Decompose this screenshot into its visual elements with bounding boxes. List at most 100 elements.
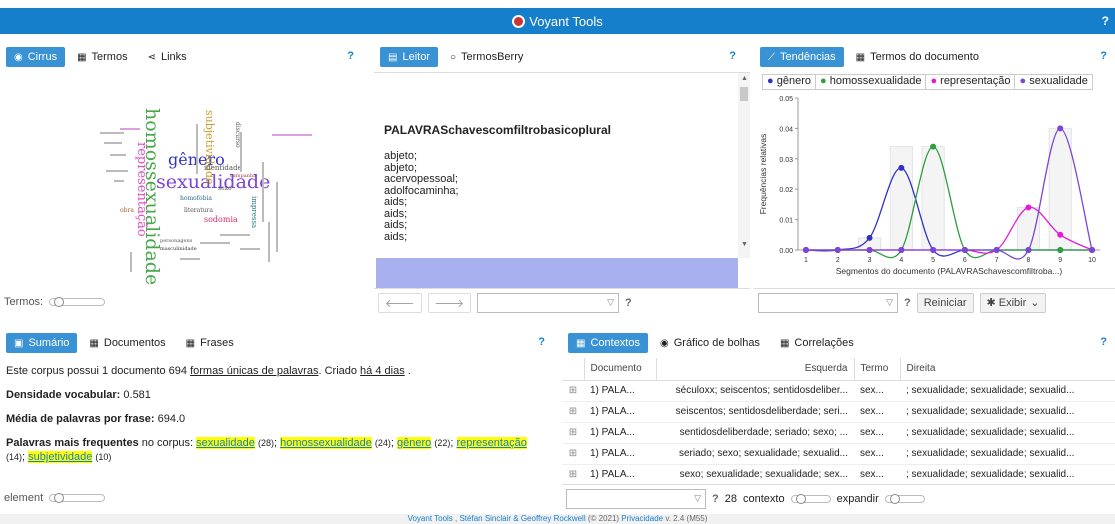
tab-cirrus[interactable]: ◉ Cirrus bbox=[6, 47, 66, 67]
terms-slider[interactable] bbox=[49, 297, 106, 307]
cloud-word: personagens bbox=[160, 238, 193, 244]
avg-words-per-sentence: Média de palavras por frase: 694.0 bbox=[6, 413, 186, 425]
y-tick-label: 0.02 bbox=[779, 187, 793, 194]
cloud-word: sodomia bbox=[204, 215, 238, 224]
reader-scrollbar[interactable]: ▲ ▼ bbox=[738, 73, 750, 258]
x-axis-label: Segmentos do documento (PALAVRASchavesco… bbox=[836, 266, 1063, 276]
contexts-toolbar-help[interactable]: ? bbox=[712, 493, 719, 505]
word-cloud[interactable]: homossexualidade sexualidade gênero repr… bbox=[0, 72, 370, 312]
freq-word-link[interactable]: homossexualidade bbox=[280, 437, 372, 449]
reader-panel: ▤ Leitor ○ TermosBerry ? PALAVRASchavescom… bbox=[374, 44, 750, 316]
gear-icon: ✱ bbox=[986, 297, 996, 309]
table-row[interactable]: ⊞ 1) PALA... sentidosdeliberdade; seriado;… bbox=[562, 422, 1115, 443]
slider-knob[interactable] bbox=[54, 297, 65, 307]
cloud-word: identidade bbox=[204, 164, 242, 172]
reader-lines: abjeto; abjeto; acervopessoal; adolfocam… bbox=[384, 150, 459, 243]
vocabulary-density: Densidade vocabular: 0.581 bbox=[6, 389, 151, 401]
summary-icon: ▣ bbox=[14, 337, 24, 349]
tab-termos[interactable]: ▦ Termos bbox=[69, 47, 136, 67]
slider-knob[interactable] bbox=[795, 493, 806, 504]
unique-forms-link[interactable]: formas únicas de palavras bbox=[190, 365, 318, 377]
next-arrow-button[interactable]: 🡒 bbox=[427, 292, 471, 313]
table-icon: ▦ bbox=[89, 337, 99, 349]
column-header[interactable]: Esquerda bbox=[655, 358, 854, 380]
column-header[interactable]: Termo bbox=[853, 358, 900, 380]
contexts-help-button[interactable]: ? bbox=[1100, 336, 1107, 348]
x-tick-label: 8 bbox=[1026, 257, 1030, 264]
reader-text-area[interactable]: PALAVRASchavescomfiltrobasicoplural abje… bbox=[374, 72, 750, 258]
legend-item[interactable]: ● homossexualidade bbox=[816, 75, 927, 89]
scroll-down-icon[interactable]: ▼ bbox=[741, 241, 748, 248]
summary-panel: ▣ Sumário ▦ Documentos ▦ Frases ? Este corp… bbox=[0, 330, 555, 512]
summary-help-button[interactable]: ? bbox=[538, 336, 545, 348]
tab-termos-do-documento[interactable]: ▦ Termos do documento bbox=[848, 47, 987, 67]
cloud-word: campanha bbox=[230, 173, 256, 179]
slider-knob[interactable] bbox=[54, 493, 65, 503]
trends-search-combo[interactable]: ▽ bbox=[758, 292, 898, 313]
cirrus-help-button[interactable]: ? bbox=[347, 50, 354, 62]
tab-leitor[interactable]: ▤ Leitor bbox=[380, 47, 438, 67]
tab-sumario[interactable]: ▣ Sumário bbox=[6, 333, 78, 353]
context-slider[interactable] bbox=[790, 493, 831, 504]
trend-chart[interactable]: 0.05 0.04 0.03 0.02 0.01 0.00 1 2 3 4 5 6 7 8 9 10 Segme… bbox=[754, 90, 1115, 290]
freq-word-link[interactable]: subjetividade bbox=[28, 451, 93, 463]
show-button[interactable]: ✱ Exibir ⌄ bbox=[979, 292, 1047, 313]
app-help-button[interactable]: ? bbox=[1102, 14, 1109, 28]
slider-knob[interactable] bbox=[889, 493, 900, 504]
cloud-word: subjetividade bbox=[203, 110, 216, 185]
tab-correlacoes[interactable]: ▦ Correlações bbox=[772, 333, 862, 353]
footer-privacy-link[interactable]: Privacidade bbox=[621, 514, 663, 523]
trends-help-button[interactable]: ? bbox=[1100, 50, 1107, 62]
x-tick-label: 10 bbox=[1088, 257, 1096, 264]
reset-button[interactable]: Reiniciar bbox=[916, 292, 974, 313]
trends-panel: ⟋ Tendências ▦ Termos do documento ? ● gên… bbox=[754, 44, 1115, 316]
element-slider[interactable] bbox=[49, 493, 106, 503]
reader-position-bar[interactable] bbox=[376, 258, 738, 290]
tab-links[interactable]: ⋖ Links bbox=[140, 47, 195, 67]
table-row[interactable]: ⊞ 1) PALA... seiscentos; sentidosdeliberda… bbox=[562, 401, 1115, 422]
table-row[interactable]: ⊞ 1) PALA... séculoxx; seiscentos; sentido… bbox=[562, 380, 1115, 401]
scroll-thumb[interactable] bbox=[740, 87, 748, 101]
tab-tendencias[interactable]: ⟋ Tendências bbox=[760, 47, 844, 67]
cirrus-toolbar: Termos: bbox=[0, 288, 370, 316]
reader-search-combo[interactable]: ▽ bbox=[477, 292, 619, 313]
footer-authors-link[interactable]: Stéfan Sinclair & Geoffrey Rockwell bbox=[459, 514, 585, 523]
cloud-word: representação bbox=[134, 142, 149, 237]
reader-help-button[interactable]: ? bbox=[729, 50, 736, 62]
freq-word-link[interactable]: representação bbox=[456, 437, 527, 449]
expand-row-icon[interactable]: ⊞ bbox=[562, 380, 584, 401]
y-tick-label: 0.03 bbox=[779, 157, 793, 164]
legend-item[interactable]: ● sexualidade bbox=[1015, 75, 1091, 89]
trends-toolbar-help[interactable]: ? bbox=[904, 297, 911, 309]
expand-row-icon[interactable]: ⊞ bbox=[562, 422, 584, 443]
y-tick-label: 0.04 bbox=[779, 126, 793, 133]
tab-grafico-de-bolhas[interactable]: ◉ Gráfico de bolhas bbox=[652, 333, 768, 353]
expand-row-icon[interactable]: ⊞ bbox=[562, 443, 584, 464]
expand-row-icon[interactable]: ⊞ bbox=[562, 464, 584, 485]
legend-item[interactable]: ● gênero bbox=[763, 75, 816, 89]
reader-toolbar-help[interactable]: ? bbox=[625, 297, 632, 309]
expand-row-icon[interactable]: ⊞ bbox=[562, 401, 584, 422]
table-row[interactable]: ⊞ 1) PALA... seriado; sexo; sexualidade; s… bbox=[562, 443, 1115, 464]
series-point bbox=[930, 247, 937, 253]
column-header[interactable]: Direita bbox=[899, 358, 1115, 380]
reader-tabbar: ▤ Leitor ○ TermosBerry bbox=[374, 44, 750, 70]
legend-item[interactable]: ● representação bbox=[926, 75, 1016, 89]
summary-tabbar: ▣ Sumário ▦ Documentos ▦ Frases bbox=[0, 330, 555, 356]
prev-arrow-button[interactable]: 🡐 bbox=[378, 292, 422, 313]
tab-contextos[interactable]: ▦ Contextos bbox=[568, 333, 648, 353]
table-icon: ▦ bbox=[779, 337, 790, 349]
column-header[interactable]: Documento bbox=[583, 358, 656, 380]
freq-word-link[interactable]: gênero bbox=[397, 437, 432, 449]
scroll-up-icon[interactable]: ▲ bbox=[741, 75, 748, 82]
tab-frases[interactable]: ▦ Frases bbox=[178, 333, 242, 353]
footer-voyant-link[interactable]: Voyant Tools bbox=[408, 514, 453, 523]
expand-slider[interactable] bbox=[884, 493, 925, 504]
created-link[interactable]: há 4 dias bbox=[360, 365, 405, 377]
tab-documentos[interactable]: ▦ Documentos bbox=[81, 333, 173, 353]
tab-termosberry[interactable]: ○ TermosBerry bbox=[442, 47, 531, 67]
freq-word-link[interactable]: sexualidade bbox=[196, 437, 255, 449]
trends-tabbar: ⟋ Tendências ▦ Termos do documento bbox=[754, 44, 1115, 70]
table-row[interactable]: ⊞ 1) PALA... sexo; sexualidade; sexualidad… bbox=[562, 464, 1115, 485]
contexts-search-combo[interactable]: ▽ bbox=[566, 488, 706, 509]
